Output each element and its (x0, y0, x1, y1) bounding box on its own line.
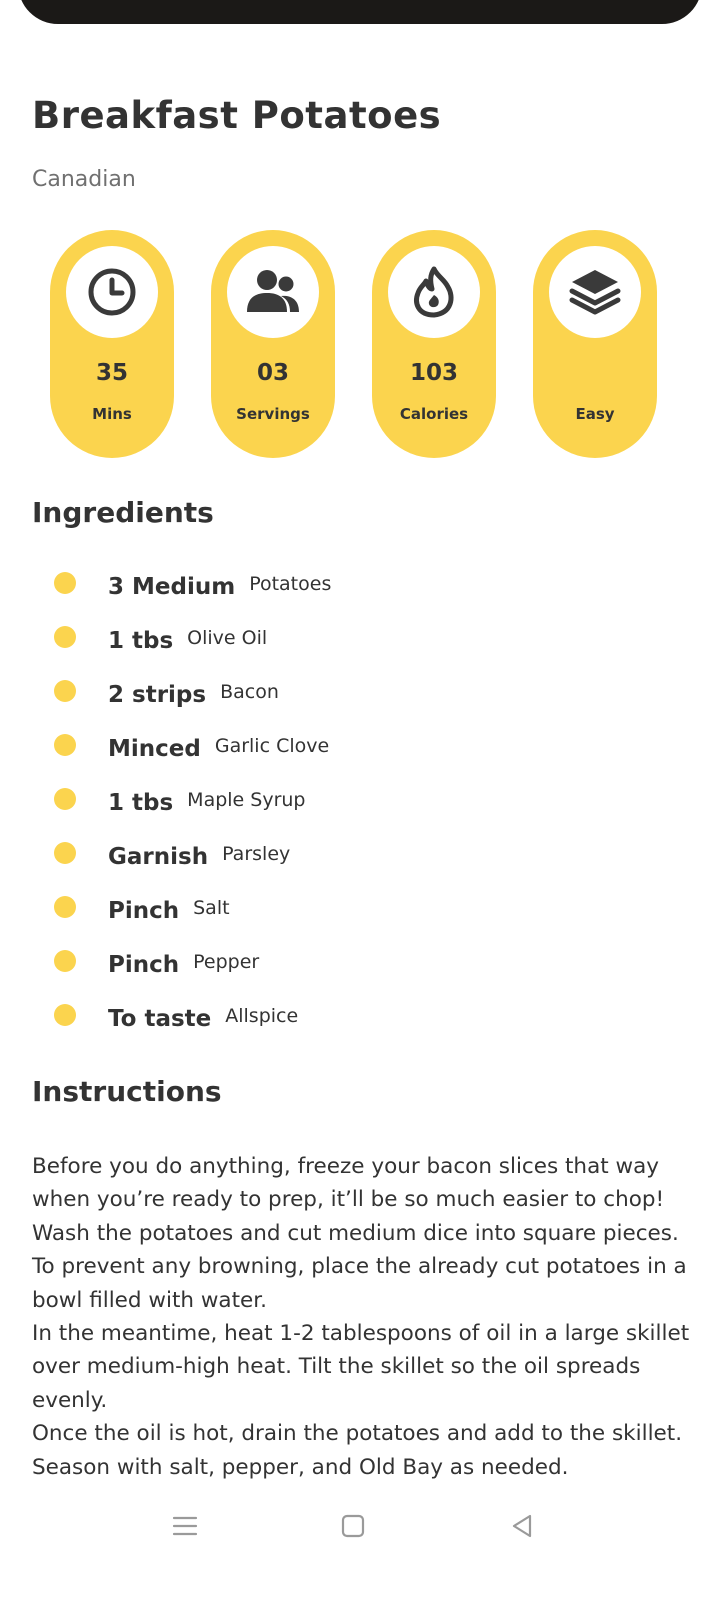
bullet-icon (54, 950, 76, 972)
ingredient-name: Maple Syrup (187, 789, 306, 811)
list-item: 3 Medium Potatoes (0, 566, 720, 606)
bullet-icon (54, 734, 76, 756)
instructions-body: Before you do anything, freeze your baco… (32, 1150, 692, 1484)
recipe-title: Breakfast Potatoes (32, 94, 442, 137)
instruction-step: Once the oil is hot, drain the potatoes … (32, 1421, 683, 1480)
list-item: Pinch Salt (0, 890, 720, 930)
list-item: 2 strips Bacon (0, 674, 720, 714)
recipe-hero-image (18, 0, 702, 24)
recipe-cuisine: Canadian (32, 167, 136, 192)
ingredient-name: Allspice (225, 1005, 299, 1027)
bullet-icon (54, 842, 76, 864)
instructions-heading: Instructions (32, 1075, 222, 1108)
ingredient-quantity: Pinch (108, 898, 180, 924)
back-triangle-icon[interactable] (502, 1506, 542, 1546)
clock-icon (66, 246, 158, 338)
stat-servings: 03 Servings (211, 230, 335, 458)
ingredient-quantity: 1 tbs (108, 790, 174, 816)
instruction-step: In the meantime, heat 1-2 tablespoons of… (32, 1321, 690, 1413)
recipe-stats: 35 Mins 03 Servings 103 Calories Easy (50, 230, 670, 458)
bullet-icon (54, 1004, 76, 1026)
ingredients-heading: Ingredients (32, 496, 214, 529)
stat-servings-label: Servings (236, 405, 310, 423)
ingredient-name: Salt (193, 897, 230, 919)
instruction-step: Before you do anything, freeze your baco… (32, 1154, 665, 1213)
home-square-icon[interactable] (333, 1506, 373, 1546)
instruction-step: Wash the potatoes and cut medium dice in… (32, 1220, 687, 1313)
ingredient-name: Potatoes (249, 573, 332, 595)
layers-icon (549, 246, 641, 338)
list-item: Garnish Parsley (0, 836, 720, 876)
stat-calories-label: Calories (399, 405, 469, 423)
ingredient-quantity: 3 Medium (108, 574, 236, 600)
bullet-icon (54, 896, 76, 918)
stat-difficulty-label: Easy (575, 405, 615, 423)
ingredient-quantity: Minced (108, 736, 201, 762)
ingredient-quantity: Garnish (108, 844, 209, 870)
list-item: To taste Allspice (0, 998, 720, 1038)
ingredient-name: Pepper (193, 951, 260, 973)
ingredient-quantity: Pinch (108, 952, 180, 978)
stat-time: 35 Mins (50, 230, 174, 458)
people-icon (227, 246, 319, 338)
list-item: Pinch Pepper (0, 944, 720, 984)
ingredient-name: Olive Oil (187, 627, 268, 649)
stat-difficulty: Easy (533, 230, 657, 458)
bullet-icon (54, 626, 76, 648)
bullet-icon (54, 572, 76, 594)
ingredient-quantity: To taste (108, 1006, 212, 1032)
flame-icon (388, 246, 480, 338)
ingredient-quantity: 1 tbs (108, 628, 174, 654)
ingredient-quantity: 2 strips (108, 682, 207, 708)
stat-calories-value: 103 (409, 360, 458, 386)
stat-servings-value: 03 (256, 360, 289, 386)
ingredient-name: Garlic Clove (214, 735, 330, 757)
ingredient-name: Bacon (220, 681, 279, 703)
menu-icon[interactable] (165, 1506, 205, 1546)
stat-time-value: 35 (95, 360, 128, 386)
stat-calories: 103 Calories (372, 230, 496, 458)
ingredient-name: Parsley (222, 843, 291, 865)
system-navigation-bar (0, 1490, 720, 1560)
list-item: 1 tbs Maple Syrup (0, 782, 720, 822)
list-item: 1 tbs Olive Oil (0, 620, 720, 660)
bullet-icon (54, 788, 76, 810)
bullet-icon (54, 680, 76, 702)
list-item: Minced Garlic Clove (0, 728, 720, 768)
stat-time-label: Mins (92, 405, 132, 423)
